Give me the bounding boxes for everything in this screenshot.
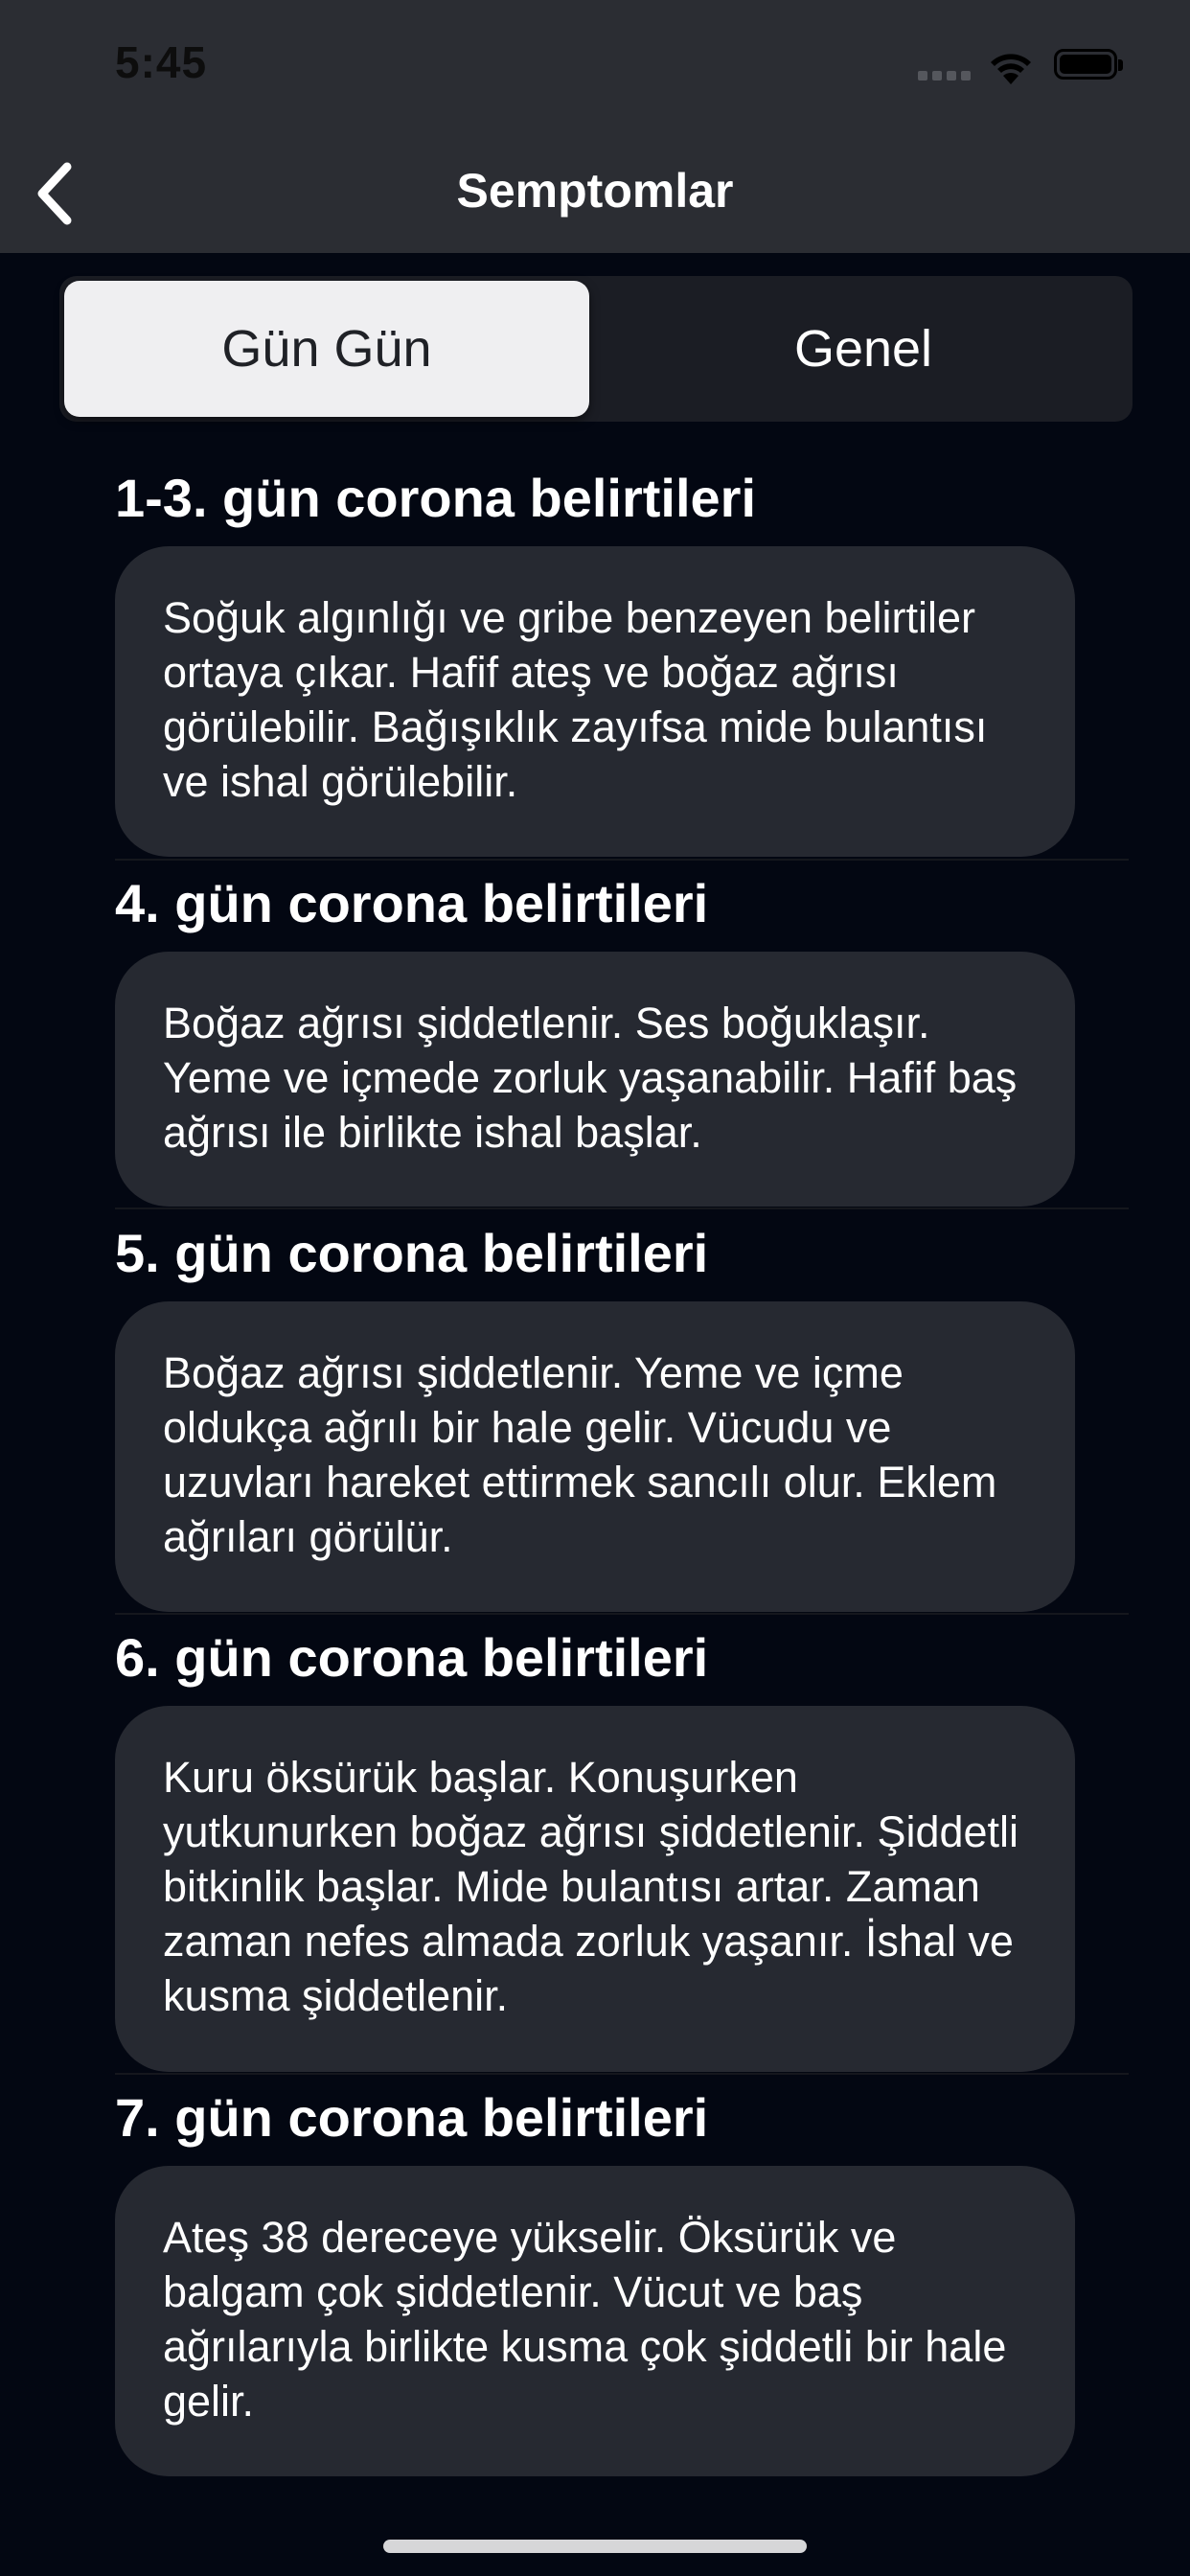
status-time: 5:45 <box>115 37 208 87</box>
symptom-section: 5. gün corona belirtileri Boğaz ağrısı ş… <box>115 1223 1075 1612</box>
wifi-icon <box>987 48 1035 86</box>
symptom-text: Boğaz ağrısı şiddetlenir. Ses boğuklaşır… <box>163 999 1018 1157</box>
symptom-text: Ateş 38 dereceye yükselir. Öksürük ve ba… <box>163 2213 1007 2426</box>
status-bar: 5:45 <box>0 0 1190 134</box>
home-indicator <box>383 2540 807 2553</box>
symptom-card: Ateş 38 dereceye yükselir. Öksürük ve ba… <box>115 2166 1075 2476</box>
symptom-card: Boğaz ağrısı şiddetlenir. Yeme ve içme o… <box>115 1301 1075 1612</box>
symptom-text: Boğaz ağrısı şiddetlenir. Yeme ve içme o… <box>163 1348 997 1561</box>
section-title: 5. gün corona belirtileri <box>115 1223 709 1283</box>
section-title: 6. gün corona belirtileri <box>115 1627 709 1688</box>
segment-gun-gun[interactable]: Gün Gün <box>64 281 589 417</box>
symptom-section: 4. gün corona belirtileri Boğaz ağrısı ş… <box>115 873 1075 1207</box>
symptom-section: 6. gün corona belirtileri Kuru öksürük b… <box>115 1627 1075 2072</box>
symptom-section: 1-3. gün corona belirtileri Soğuk algınl… <box>115 468 1075 857</box>
page-title: Semptomlar <box>456 164 734 218</box>
section-title: 1-3. gün corona belirtileri <box>115 468 757 528</box>
symptom-text: Kuru öksürük başlar. Konuşurken yutkunur… <box>163 1753 1019 2020</box>
section-title: 7. gün corona belirtileri <box>115 2087 709 2148</box>
section-title: 4. gün corona belirtileri <box>115 873 709 933</box>
segmented-control: Gün Gün Genel <box>59 276 1133 422</box>
symptom-text: Soğuk algınlığı ve gribe benzeyen belirt… <box>163 593 988 806</box>
divider <box>115 1613 1129 1615</box>
navigation-bar: Semptomlar <box>0 134 1190 253</box>
segment-genel[interactable]: Genel <box>601 281 1126 417</box>
symptom-card: Boğaz ağrısı şiddetlenir. Ses boğuklaşır… <box>115 952 1075 1207</box>
symptom-card: Kuru öksürük başlar. Konuşurken yutkunur… <box>115 1706 1075 2072</box>
symptom-card: Soğuk algınlığı ve gribe benzeyen belirt… <box>115 546 1075 857</box>
divider <box>115 1208 1129 1209</box>
divider <box>115 2073 1129 2075</box>
symptom-section: 7. gün corona belirtileri Ateş 38 derece… <box>115 2087 1075 2476</box>
battery-icon <box>1054 49 1123 80</box>
divider <box>115 859 1129 861</box>
cellular-signal-icon <box>918 71 972 80</box>
